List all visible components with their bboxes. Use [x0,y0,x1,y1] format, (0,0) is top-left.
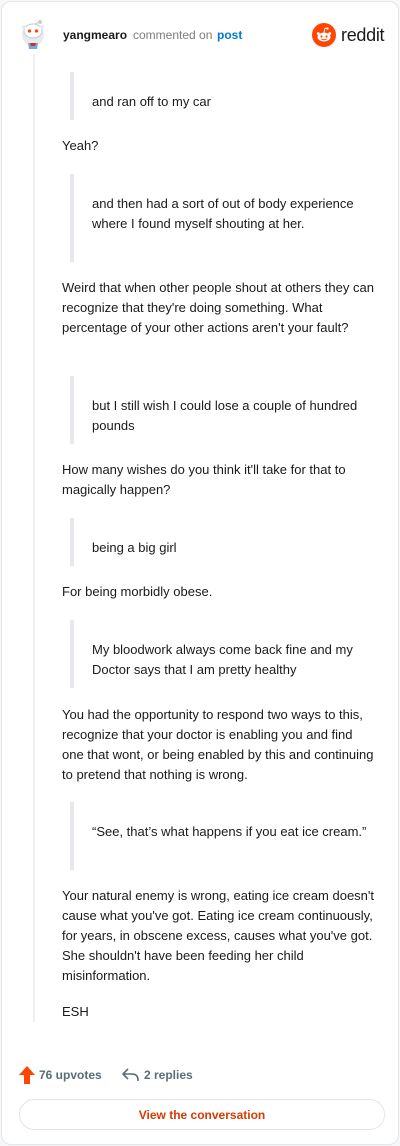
brand-wordmark: reddit [341,24,385,45]
reply-count: 2 replies [144,1068,193,1082]
reddit-logo-icon [312,23,336,47]
commented-on-text: commented on [133,28,213,42]
blockquote: My bloodwork always come back fine and m… [70,620,375,688]
paragraph: You had the opportunity to respond two w… [62,707,374,782]
thread-line[interactable] [33,54,35,1022]
reddit-brand[interactable]: reddit [312,22,385,48]
snoo-avatar-icon [22,20,44,49]
blockquote: but I still wish I could lose a couple o… [70,376,375,444]
comment-card: yangmearo commented on post reddit and r… [1,1,399,1145]
blockquote: “See, that’s what happens if you eat ice… [70,802,375,870]
comment-header: yangmearo commented on post reddit [2,2,398,66]
post-link[interactable]: post [217,28,242,42]
paragraph: For being morbidly obese. [62,584,213,599]
upvote-button[interactable]: 76 upvotes [19,1064,102,1086]
upvote-count: 76 upvotes [39,1068,102,1082]
username[interactable]: yangmearo [63,28,127,42]
blockquote: being a big girl [70,518,375,566]
view-conversation-button[interactable]: View the conversation [19,1099,385,1130]
arrow-up-icon [19,1066,35,1084]
avatar[interactable] [18,18,48,50]
paragraph: How many wishes do you think it'll take … [62,462,346,497]
paragraph: Weird that when other people shout at ot… [62,280,374,335]
blockquote: and then had a sort of out of body exper… [70,174,375,262]
blockquote: and ran off to my car [70,72,375,120]
paragraph: Yeah? [62,138,99,153]
paragraph: ESH [62,1004,89,1019]
replies-button[interactable]: 2 replies [122,1064,193,1086]
paragraph: Your natural enemy is wrong, eating ice … [62,888,375,983]
reply-arrow-icon [122,1068,139,1081]
